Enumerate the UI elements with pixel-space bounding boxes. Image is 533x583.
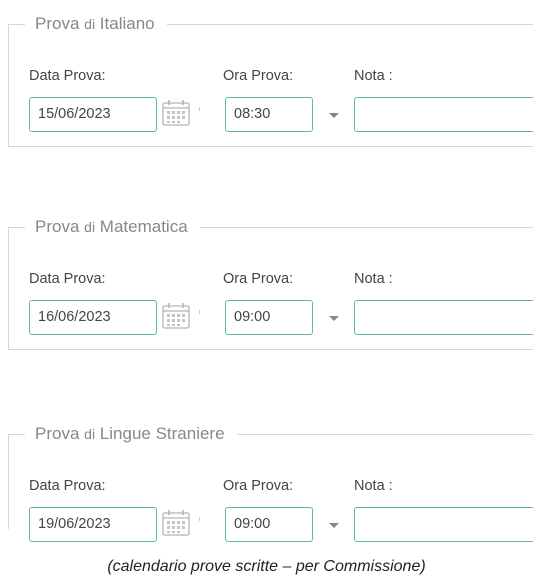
- legend-text: di: [84, 426, 96, 442]
- legend-text: Italiano: [99, 14, 155, 33]
- fieldset-prova-matematica: Prova di Matematica Data Prova: Ora Prov…: [8, 216, 533, 350]
- fieldset-prova-lingue-straniere: Prova di Lingue Straniere Data Prova: Or…: [8, 423, 533, 542]
- fieldset-legend: Prova di Lingue Straniere: [25, 423, 237, 445]
- legend-text: Matematica: [99, 217, 188, 236]
- separator-tick: [199, 310, 200, 314]
- time-label: Ora Prova:: [223, 478, 294, 494]
- figure-caption: (calendario prove scritte – per Commissi…: [107, 558, 426, 575]
- legend-text: di: [84, 219, 96, 235]
- calendar-icon[interactable]: [161, 302, 191, 330]
- fieldset-prova-italiano: Prova di Italiano Data Prova: Ora Prova:…: [8, 13, 533, 147]
- chevron-down-icon[interactable]: [329, 316, 339, 321]
- date-input[interactable]: 19/06/2023: [29, 507, 157, 542]
- calendar-icon[interactable]: [161, 99, 191, 127]
- note-label: Nota :: [354, 271, 393, 287]
- time-input[interactable]: 09:00: [225, 300, 313, 335]
- note-input[interactable]: [354, 507, 533, 542]
- time-input[interactable]: 09:00: [225, 507, 313, 542]
- separator-tick: [199, 107, 200, 111]
- legend-text: Prova: [35, 424, 80, 443]
- note-label: Nota :: [354, 68, 393, 84]
- chevron-down-icon[interactable]: [329, 523, 339, 528]
- date-label: Data Prova:: [29, 271, 106, 287]
- legend-text: Lingue Straniere: [99, 424, 225, 443]
- date-input[interactable]: 15/06/2023: [29, 97, 157, 132]
- legend-text: Prova: [35, 14, 80, 33]
- time-label: Ora Prova:: [223, 271, 294, 287]
- time-label: Ora Prova:: [223, 68, 294, 84]
- calendar-icon[interactable]: [161, 509, 191, 537]
- note-input[interactable]: [354, 97, 533, 132]
- date-label: Data Prova:: [29, 478, 106, 494]
- fieldset-legend: Prova di Italiano: [25, 13, 167, 35]
- legend-text: di: [84, 16, 96, 32]
- date-label: Data Prova:: [29, 68, 106, 84]
- chevron-down-icon[interactable]: [329, 113, 339, 118]
- fieldset-legend: Prova di Matematica: [25, 216, 200, 238]
- note-input[interactable]: [354, 300, 533, 335]
- note-label: Nota :: [354, 478, 393, 494]
- legend-text: Prova: [35, 217, 80, 236]
- separator-tick: [199, 517, 200, 521]
- time-input[interactable]: 08:30: [225, 97, 313, 132]
- date-input[interactable]: 16/06/2023: [29, 300, 157, 335]
